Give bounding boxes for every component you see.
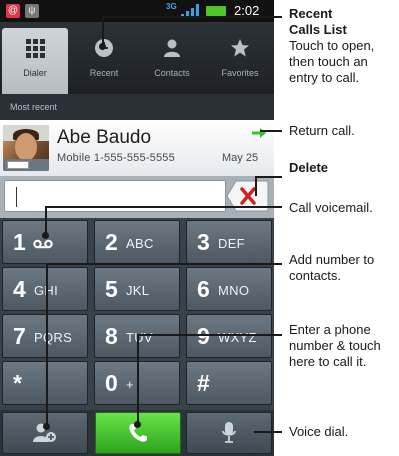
grid-icon (26, 39, 45, 58)
annotation-voicemail: Call voicemail. (289, 200, 373, 215)
key-digit: * (13, 370, 22, 396)
return-call-arrow-icon[interactable] (251, 127, 267, 139)
person-icon (164, 39, 180, 57)
key-digit: 4 (13, 276, 26, 302)
key-letters: ABC (126, 236, 154, 251)
usb-icon: ψ (25, 4, 39, 18)
annotation-return-call: Return call. (289, 123, 355, 138)
callout-line-return (260, 130, 282, 132)
network-type: 3G (166, 2, 177, 11)
key-digit: 1 (13, 229, 26, 255)
callout-line-voicemail-down (45, 206, 47, 234)
annotation-delete: Delete (289, 160, 329, 175)
tab-bar: Dialer Recent Contacts Favorites (0, 22, 274, 94)
most-recent-label: Most recent (10, 102, 58, 112)
callout-line-delete (255, 176, 282, 178)
number-entry-row (0, 176, 274, 218)
key-letters: + (126, 377, 134, 392)
key-star[interactable]: * (2, 361, 88, 405)
text-caret (16, 187, 17, 207)
contact-number: Mobile 1-555-555-5555 (57, 152, 175, 164)
key-2[interactable]: 2 ABC (94, 220, 180, 264)
key-digit: 5 (105, 276, 118, 302)
key-letters: MNO (218, 283, 250, 298)
key-digit: 2 (105, 229, 118, 255)
key-digit: 7 (13, 323, 26, 349)
callout-line-voice (254, 431, 282, 433)
annotation-voice-dial: Voice dial. (289, 424, 349, 439)
key-digit: 0 (105, 370, 118, 396)
key-7[interactable]: 7 PQRS (2, 314, 88, 358)
tab-recent[interactable]: Recent (70, 22, 138, 94)
callout-dot-call (134, 421, 141, 428)
key-letters: TUV (126, 330, 153, 345)
recent-call-entry[interactable]: Abe Baudo Mobile 1-555-555-5555 May 25 (0, 120, 274, 176)
annotation-enter-number: Enter a phone number & touch here to cal… (289, 322, 381, 369)
callout-line-recent-down (102, 16, 104, 46)
callout-line-add (46, 263, 282, 265)
microphone-icon (222, 422, 236, 443)
key-digit: 8 (105, 323, 118, 349)
add-to-contacts-button[interactable] (2, 412, 88, 454)
tab-label: Dialer (23, 68, 47, 78)
callout-line-call-down (137, 334, 139, 424)
notification-icon: @ (6, 4, 20, 18)
annotation-recent-desc: Touch to open, then touch an entry to ca… (289, 38, 375, 85)
callout-line-recent (102, 16, 282, 18)
contact-name: Abe Baudo (57, 127, 152, 148)
tab-dialer[interactable]: Dialer (2, 28, 68, 94)
key-digit: 6 (197, 276, 210, 302)
key-digit: 3 (197, 229, 210, 255)
most-recent-header: Most recent (0, 94, 274, 120)
key-hash[interactable]: # (186, 361, 272, 405)
key-letters: WXYZ (218, 330, 257, 345)
battery-icon (206, 6, 226, 16)
avatar (3, 125, 49, 171)
annotation-recent-calls: Recent Calls List Touch to open, then to… (289, 6, 399, 86)
key-digit: 9 (197, 323, 210, 349)
tab-favorites[interactable]: Favorites (206, 22, 274, 94)
callout-dot-voicemail (42, 232, 49, 239)
key-letters: PQRS (34, 330, 73, 345)
key-letters: DEF (218, 236, 245, 251)
key-3[interactable]: 3 DEF (186, 220, 272, 264)
annotation-add-contact: Add number to contacts. (289, 252, 375, 283)
key-letters: JKL (126, 283, 150, 298)
call-date: May 25 (222, 152, 259, 164)
callout-line-add-down (46, 263, 48, 426)
tab-label: Contacts (154, 68, 190, 78)
star-icon (231, 39, 249, 57)
tab-contacts[interactable]: Contacts (138, 22, 206, 94)
callout-line-call (137, 334, 282, 336)
annotation-recent-title: Recent Calls List (289, 6, 347, 37)
voice-dial-button[interactable] (186, 412, 272, 454)
tab-label: Favorites (221, 68, 259, 78)
callout-dot-recent (99, 43, 106, 50)
key-4[interactable]: 4 GHI (2, 267, 88, 311)
key-9[interactable]: 9 WXYZ (186, 314, 272, 358)
tab-label: Recent (89, 68, 119, 78)
callout-line-delete-down (255, 176, 257, 196)
status-bar: @ ψ 3G 2:02 (0, 0, 274, 22)
voicemail-icon (33, 239, 53, 249)
key-5[interactable]: 5 JKL (94, 267, 180, 311)
callout-dot-add (43, 423, 50, 430)
key-6[interactable]: 6 MNO (186, 267, 272, 311)
key-digit: # (197, 370, 210, 396)
callout-line-voicemail (45, 206, 282, 208)
